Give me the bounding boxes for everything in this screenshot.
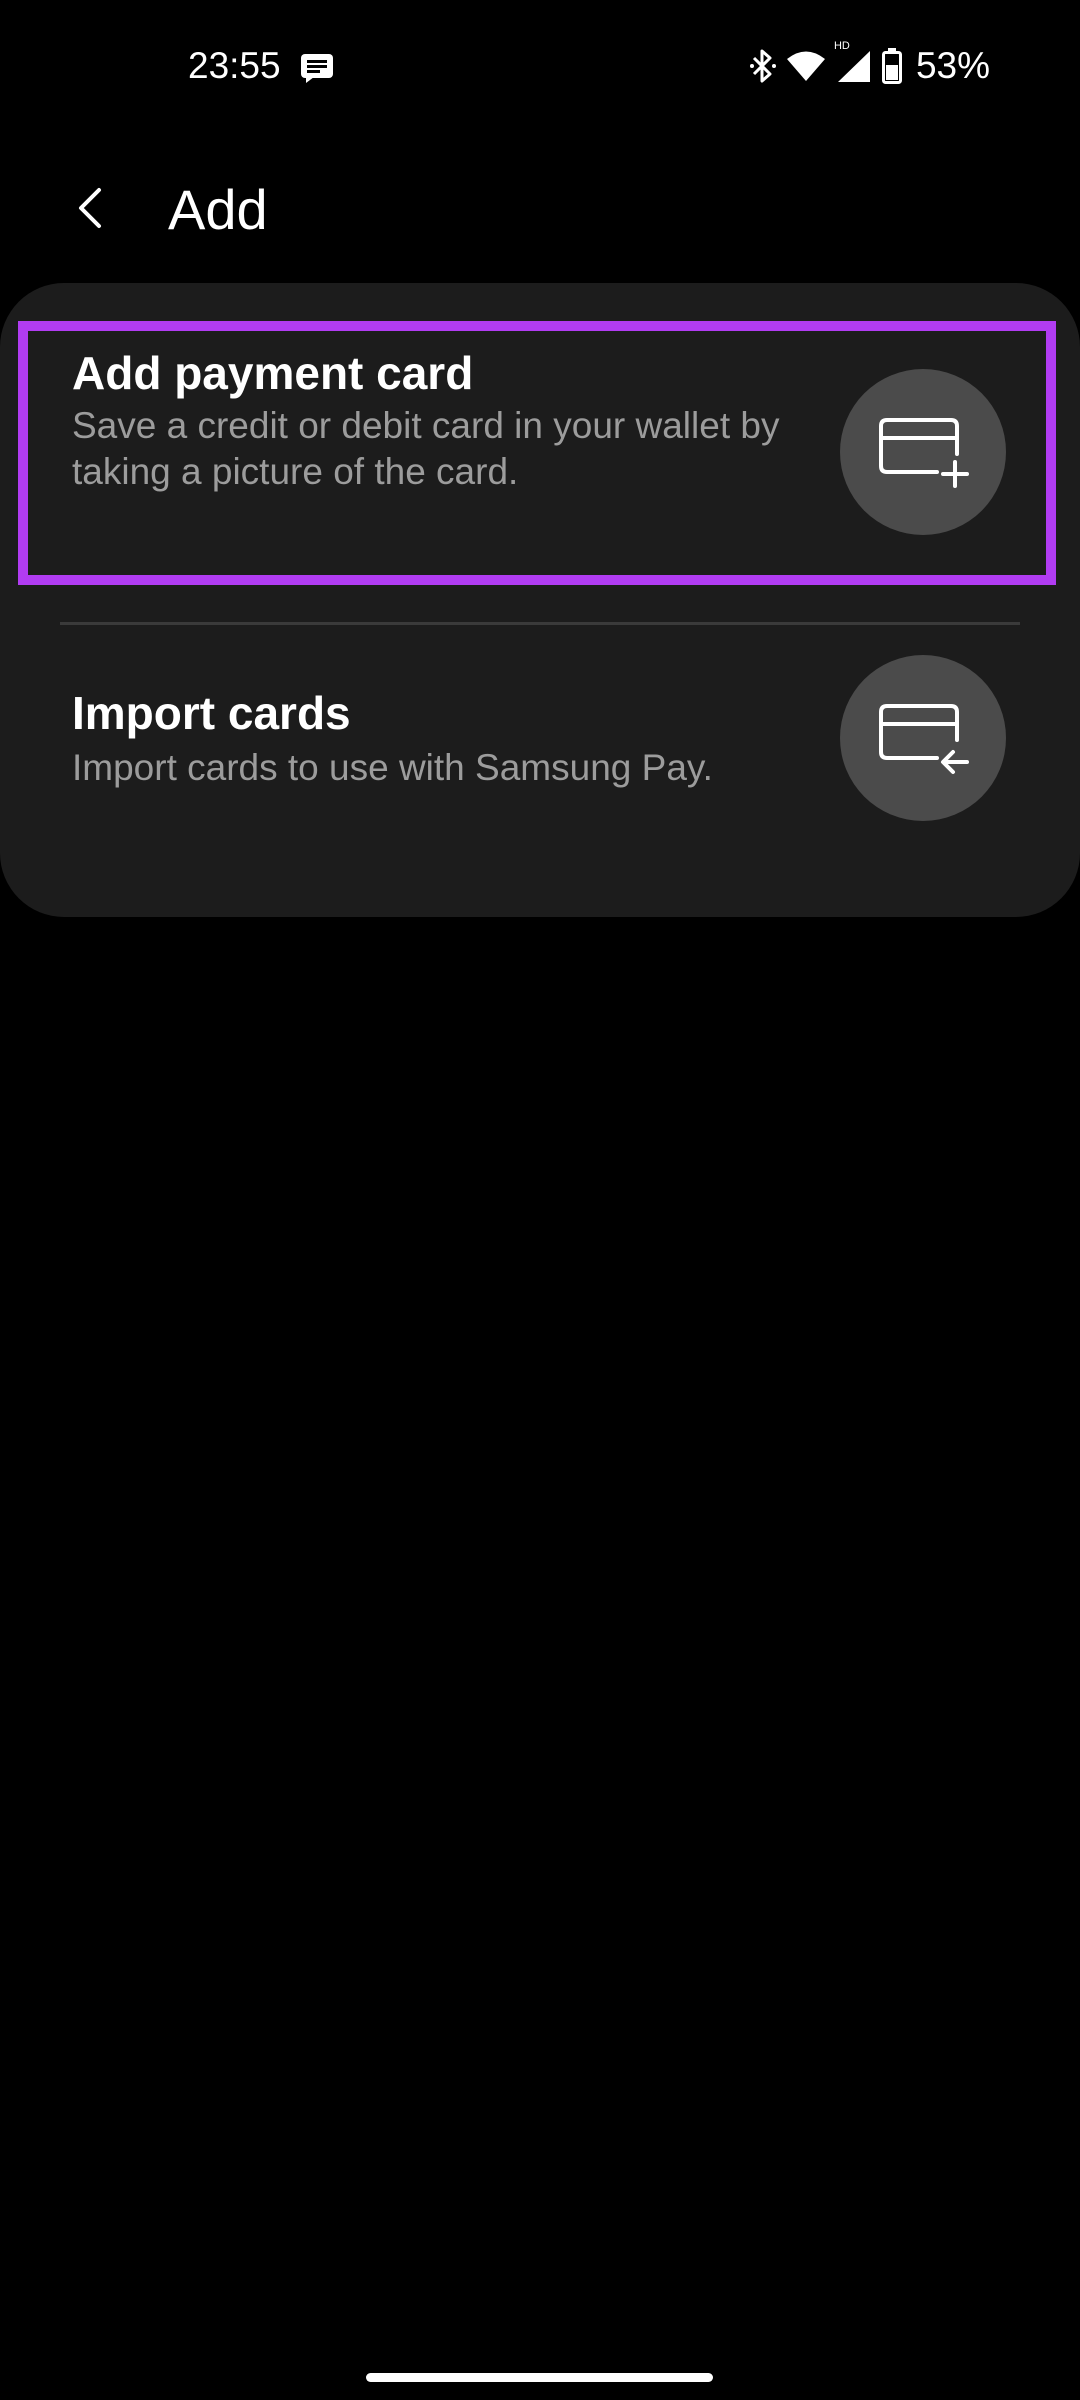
status-bar: 23:55 HD 53% [0, 0, 1080, 135]
add-options-card: Add payment card Save a credit or debit … [0, 283, 1080, 917]
wifi-icon [786, 50, 826, 82]
option-description: Import cards to use with Samsung Pay. [72, 747, 713, 788]
card-add-icon [840, 369, 1006, 535]
network-type-label: HD [833, 40, 850, 52]
home-indicator[interactable] [366, 2373, 713, 2382]
option-title: Add payment card [72, 347, 474, 399]
option-title: Import cards [72, 687, 351, 739]
option-description: Save a credit or debit card in your wall… [72, 405, 780, 492]
import-cards-option[interactable]: Import cards Import cards to use with Sa… [0, 625, 1080, 895]
card-import-icon [840, 655, 1006, 821]
battery-percent: 53% [915, 45, 990, 86]
add-payment-card-option[interactable]: Add payment card Save a credit or debit … [0, 283, 1080, 622]
chevron-left-icon [75, 186, 105, 235]
page-title: Add [168, 178, 268, 241]
back-button[interactable] [60, 180, 120, 240]
battery-icon [881, 48, 902, 84]
cellular-signal-icon: HD [834, 40, 872, 84]
app-header: Add [0, 160, 1080, 260]
status-icons: HD 53% [749, 40, 990, 88]
bluetooth-icon [749, 48, 776, 84]
status-time: 23:55 [188, 45, 281, 86]
message-icon [300, 53, 334, 83]
